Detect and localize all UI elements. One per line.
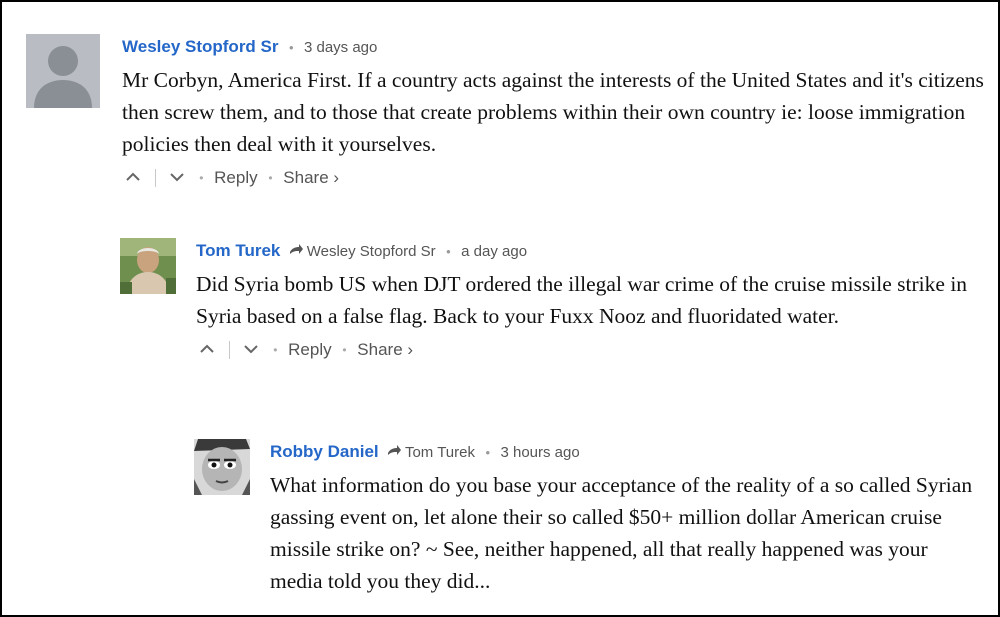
default-avatar-icon xyxy=(26,34,100,108)
reply-button[interactable]: Reply xyxy=(288,337,331,363)
comment-text: Did Syria bomb US when DJT ordered the i… xyxy=(196,272,968,328)
timestamp[interactable]: a day ago xyxy=(461,243,527,260)
comment-text: Mr Corbyn, America First. If a country a… xyxy=(122,68,984,156)
comment-meta: Robby Daniel Tom Turek • 3 hours ago xyxy=(270,439,984,465)
meta-separator: • xyxy=(485,445,491,460)
share-button[interactable]: Share › xyxy=(357,337,413,363)
chevron-down-icon[interactable] xyxy=(166,165,188,191)
action-separator: • xyxy=(342,342,347,357)
chevron-down-icon[interactable] xyxy=(240,337,262,363)
action-separator: • xyxy=(273,342,278,357)
author-name[interactable]: Wesley Stopford Sr xyxy=(122,37,279,56)
comment-text: What information do you base your accept… xyxy=(270,473,973,593)
comment-thread: Wesley Stopford Sr • 3 days ago Mr Corby… xyxy=(0,0,1000,617)
action-separator: • xyxy=(268,170,273,185)
comment-meta: Tom Turek Wesley Stopford Sr • a day ago xyxy=(196,238,980,264)
comment-actions: • Reply • Share › xyxy=(122,164,986,190)
reply-button[interactable]: Reply xyxy=(214,165,257,191)
reply-arrow-icon xyxy=(387,444,405,460)
divider xyxy=(154,168,156,187)
avatar[interactable] xyxy=(120,238,176,294)
divider xyxy=(228,340,230,359)
chevron-up-icon[interactable] xyxy=(122,165,144,191)
meta-separator: • xyxy=(446,244,451,259)
action-separator: • xyxy=(199,170,204,185)
meta-separator: • xyxy=(288,40,294,55)
chevron-up-icon[interactable] xyxy=(196,337,218,363)
reply-to-name[interactable]: Wesley Stopford Sr xyxy=(307,243,436,260)
reply-to-name[interactable]: Tom Turek xyxy=(405,444,475,461)
comment-meta: Wesley Stopford Sr • 3 days ago xyxy=(122,34,986,60)
avatar[interactable] xyxy=(194,439,250,495)
author-name[interactable]: Robby Daniel xyxy=(270,442,379,461)
author-name[interactable]: Tom Turek xyxy=(196,241,280,260)
timestamp[interactable]: 3 days ago xyxy=(304,39,377,56)
comment-actions: • Reply • Share › xyxy=(196,336,980,362)
user-photo-icon xyxy=(120,238,176,294)
user-photo-icon xyxy=(194,439,250,495)
share-button[interactable]: Share › xyxy=(283,165,339,191)
avatar[interactable] xyxy=(26,34,100,108)
timestamp[interactable]: 3 hours ago xyxy=(500,444,579,461)
reply-arrow-icon xyxy=(289,243,307,259)
